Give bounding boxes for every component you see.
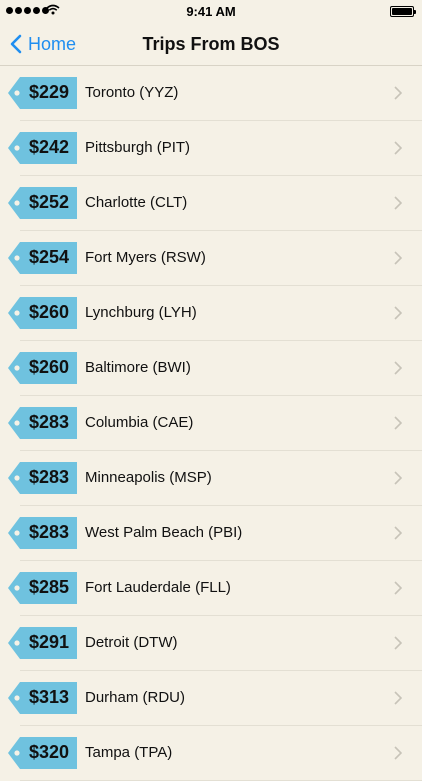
chevron-right-icon xyxy=(394,526,402,540)
trip-destination: Toronto (YYZ) xyxy=(85,84,179,101)
chevron-right-icon xyxy=(394,86,402,100)
trip-row[interactable]: $285 Fort Lauderdale (FLL) xyxy=(0,561,422,616)
price-tag: $254 xyxy=(8,242,77,274)
status-bar: 9:41 AM xyxy=(0,0,422,22)
trip-row[interactable]: $260 Baltimore (BWI) xyxy=(0,341,422,396)
trip-destination: Baltimore (BWI) xyxy=(85,359,191,376)
trip-row[interactable]: $283 Columbia (CAE) xyxy=(0,396,422,451)
trip-price: $320 xyxy=(28,742,70,762)
trip-row[interactable]: $252 Charlotte (CLT) xyxy=(0,176,422,231)
trip-price: $229 xyxy=(28,82,70,102)
trip-price: $283 xyxy=(28,467,70,487)
trip-price: $291 xyxy=(28,632,70,652)
trip-price: $313 xyxy=(28,687,70,707)
trip-row[interactable]: $242 Pittsburgh (PIT) xyxy=(0,121,422,176)
price-tag: $291 xyxy=(8,627,77,659)
chevron-right-icon xyxy=(394,141,402,155)
price-tag: $285 xyxy=(8,572,77,604)
trip-destination: Charlotte (CLT) xyxy=(85,194,188,211)
status-time: 9:41 AM xyxy=(186,4,236,19)
chevron-right-icon xyxy=(394,471,402,485)
trip-destination: Pittsburgh (PIT) xyxy=(85,139,191,156)
trip-destination: Columbia (CAE) xyxy=(85,414,194,431)
trip-price: $283 xyxy=(28,412,70,432)
price-tag: $283 xyxy=(8,462,77,494)
chevron-right-icon xyxy=(394,746,402,760)
trip-row[interactable]: $229 Toronto (YYZ) xyxy=(0,66,422,121)
price-tag: $229 xyxy=(8,77,77,109)
trip-list: $229 Toronto (YYZ) $242 Pittsburgh (PIT)… xyxy=(0,66,422,781)
price-tag: $320 xyxy=(8,737,77,769)
chevron-right-icon xyxy=(394,196,402,210)
price-tag: $242 xyxy=(8,132,77,164)
trip-destination: Detroit (DTW) xyxy=(85,634,178,651)
chevron-right-icon xyxy=(394,306,402,320)
trip-row[interactable]: $291 Detroit (DTW) xyxy=(0,616,422,671)
chevron-right-icon xyxy=(394,691,402,705)
trip-price: $285 xyxy=(28,577,70,597)
battery-icon xyxy=(390,6,416,17)
trip-price: $242 xyxy=(28,137,70,157)
trip-price: $283 xyxy=(28,522,70,542)
trip-price: $252 xyxy=(28,192,70,212)
chevron-right-icon xyxy=(394,581,402,595)
price-tag: $313 xyxy=(8,682,77,714)
trip-price: $260 xyxy=(28,357,70,377)
trip-row[interactable]: $283 West Palm Beach (PBI) xyxy=(0,506,422,561)
chevron-right-icon xyxy=(394,251,402,265)
trip-price: $260 xyxy=(28,302,70,322)
trip-destination: Fort Lauderdale (FLL) xyxy=(85,579,231,596)
chevron-right-icon xyxy=(394,636,402,650)
navigation-bar: Home Trips From BOS xyxy=(0,22,422,66)
price-tag: $260 xyxy=(8,297,77,329)
trip-row[interactable]: $313 Durham (RDU) xyxy=(0,671,422,726)
trip-row[interactable]: $320 Tampa (TPA) xyxy=(0,726,422,781)
price-tag: $260 xyxy=(8,352,77,384)
trip-destination: Minneapolis (MSP) xyxy=(85,469,212,486)
chevron-right-icon xyxy=(394,361,402,375)
trip-price: $254 xyxy=(28,247,70,267)
trip-destination: Fort Myers (RSW) xyxy=(85,249,206,266)
trip-destination: West Palm Beach (PBI) xyxy=(85,524,243,541)
trip-destination: Lynchburg (LYH) xyxy=(85,304,197,321)
price-tag: $252 xyxy=(8,187,77,219)
trip-destination: Tampa (TPA) xyxy=(85,744,173,761)
chevron-right-icon xyxy=(394,416,402,430)
price-tag: $283 xyxy=(8,407,77,439)
trip-row[interactable]: $260 Lynchburg (LYH) xyxy=(0,286,422,341)
price-tag: $283 xyxy=(8,517,77,549)
page-title: Trips From BOS xyxy=(142,34,280,54)
trip-row[interactable]: $254 Fort Myers (RSW) xyxy=(0,231,422,286)
trip-destination: Durham (RDU) xyxy=(85,689,186,706)
trip-row[interactable]: $283 Minneapolis (MSP) xyxy=(0,451,422,506)
